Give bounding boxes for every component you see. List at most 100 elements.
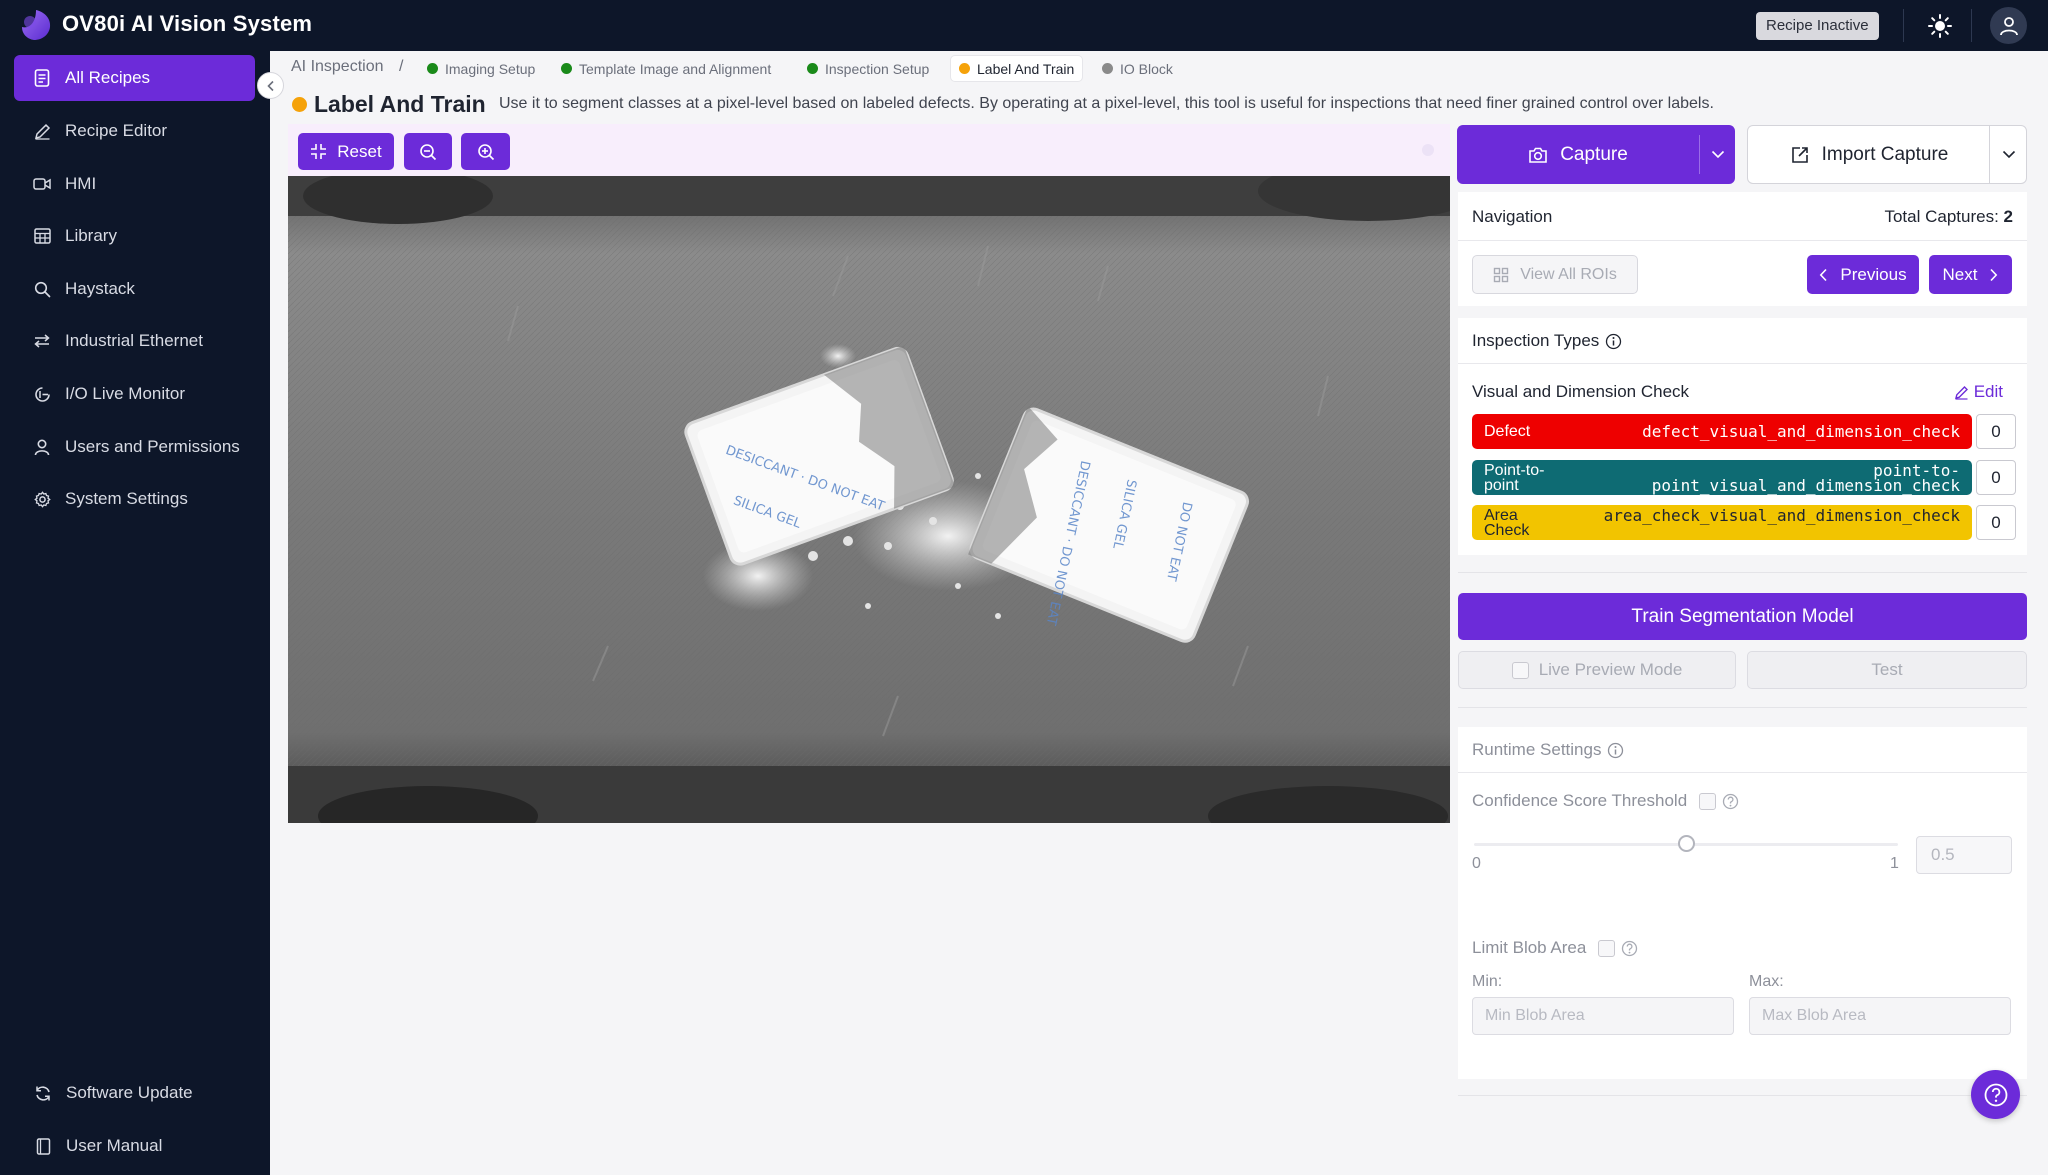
- breadcrumb-step-label: Label And Train: [977, 60, 1075, 77]
- class-id: point-to-point_visual_and_dimension_chec…: [1651, 461, 1960, 495]
- book-icon: [34, 1137, 52, 1155]
- confidence-slider-handle[interactable]: [1678, 835, 1695, 852]
- class-row-area-check[interactable]: Area Check area_check_visual_and_dimensi…: [1472, 505, 1972, 540]
- sidebar-item-user-manual[interactable]: User Manual: [14, 1123, 255, 1169]
- total-captures: Total Captures: 2: [1884, 207, 2013, 227]
- total-captures-label: Total Captures:: [1884, 207, 1999, 226]
- view-all-rois-button[interactable]: View All ROIs: [1472, 255, 1638, 294]
- breadcrumb-step-label: IO Block: [1120, 60, 1173, 77]
- user-icon: [1999, 16, 2018, 35]
- sidebar-item-io-live-monitor[interactable]: I/O Live Monitor: [14, 371, 255, 417]
- zoom-out-button[interactable]: [404, 133, 452, 170]
- sidebar-item-label: Software Update: [66, 1083, 193, 1102]
- inspection-image[interactable]: DESICCANT · DO NOT EAT SILICA GEL DESICC…: [288, 176, 1450, 823]
- class-row-defect[interactable]: Defect defect_visual_and_dimension_check: [1472, 414, 1972, 449]
- status-dot: [427, 63, 438, 74]
- camera-icon: [1529, 147, 1547, 163]
- sidebar-item-haystack[interactable]: Haystack: [14, 266, 255, 312]
- capture-button[interactable]: Capture: [1457, 125, 1735, 184]
- user-icon: [33, 438, 51, 456]
- help-icon[interactable]: [1722, 793, 1739, 810]
- sidebar-item-users-and-permissions[interactable]: Users and Permissions: [14, 424, 255, 470]
- sidebar-item-industrial-ethernet[interactable]: Industrial Ethernet: [14, 318, 255, 364]
- inspection-types-title: Inspection Types: [1472, 331, 1600, 350]
- sidebar-item-software-update[interactable]: Software Update: [14, 1070, 255, 1116]
- capture-dropdown-toggle[interactable]: [1700, 125, 1735, 184]
- chevron-left-icon: [1820, 268, 1828, 281]
- import-capture-main[interactable]: Import Capture: [1748, 126, 1990, 183]
- confidence-threshold-checkbox[interactable]: [1699, 792, 1717, 810]
- class-label: Area Check: [1484, 507, 1530, 539]
- min-label: Min:: [1472, 973, 1503, 990]
- sidebar-item-label: Library: [65, 226, 117, 245]
- breadcrumb-step-io-block[interactable]: IO Block: [1094, 56, 1181, 81]
- total-captures-value: 2: [2003, 207, 2013, 226]
- user-menu-button[interactable]: [1990, 7, 2027, 44]
- import-capture-button[interactable]: Import Capture: [1747, 125, 2027, 184]
- search-icon: [33, 280, 51, 298]
- navigation-title: Navigation: [1472, 207, 1553, 226]
- min-blob-area-input[interactable]: Min Blob Area: [1472, 997, 1734, 1035]
- fit-icon: [311, 144, 327, 159]
- limit-blob-area-checkbox[interactable]: [1598, 939, 1616, 957]
- sidebar-item-recipe-editor[interactable]: Recipe Editor: [14, 108, 255, 154]
- class-id: defect_visual_and_dimension_check: [1642, 422, 1960, 441]
- sidebar-collapse-button[interactable]: [257, 72, 284, 99]
- breadcrumb-step-template-image[interactable]: Template Image and Alignment: [553, 56, 779, 81]
- inspection-types-card: Inspection Types Visual and Dimension Ch…: [1458, 318, 2027, 555]
- limit-blob-area-row: Limit Blob Area: [1472, 938, 1638, 958]
- previous-button[interactable]: Previous: [1807, 255, 1919, 294]
- breadcrumb-root[interactable]: AI Inspection: [291, 58, 384, 76]
- help-icon[interactable]: [1621, 940, 1638, 957]
- sidebar-item-label: Users and Permissions: [65, 437, 240, 456]
- confidence-value-input[interactable]: 0.5: [1916, 836, 2012, 874]
- import-dropdown-toggle[interactable]: [1990, 126, 2027, 183]
- limit-blob-area-label: Limit Blob Area: [1472, 938, 1587, 957]
- info-icon[interactable]: [1607, 742, 1624, 759]
- page-title: Label And Train: [314, 91, 486, 117]
- sun-icon[interactable]: [1924, 10, 1956, 42]
- slider-max-label: 1: [1890, 855, 1899, 872]
- max-blob-area-input[interactable]: Max Blob Area: [1749, 997, 2011, 1035]
- train-segmentation-model-button[interactable]: Train Segmentation Model: [1458, 593, 2027, 640]
- capture-main[interactable]: Capture: [1457, 125, 1699, 184]
- breadcrumb-step-inspection-setup[interactable]: Inspection Setup: [799, 56, 937, 81]
- top-bar: OV80i AI Vision System Recipe Inactive: [0, 0, 2048, 51]
- live-preview-checkbox[interactable]: [1511, 661, 1529, 679]
- breadcrumb-step-label: Inspection Setup: [825, 60, 930, 77]
- sidebar-item-label: Haystack: [65, 279, 135, 298]
- reset-view-button[interactable]: Reset: [298, 133, 394, 170]
- confidence-threshold-row: Confidence Score Threshold: [1472, 791, 1739, 811]
- sidebar-item-system-settings[interactable]: System Settings: [14, 476, 255, 522]
- class-row-point-to-point[interactable]: Point-to-point point-to-point_visual_and…: [1472, 460, 1972, 495]
- edit-label: Edit: [1973, 382, 2003, 401]
- inspection-check-name: Visual and Dimension Check: [1472, 382, 1690, 401]
- edit-inspection-button[interactable]: Edit: [1954, 382, 2003, 402]
- breadcrumb-step-label-and-train[interactable]: Label And Train: [951, 56, 1083, 81]
- live-preview-mode-button[interactable]: Live Preview Mode: [1458, 651, 1736, 689]
- pencil-icon: [1954, 385, 1968, 400]
- navigation-card: Navigation Total Captures: 2 View All RO…: [1458, 192, 2027, 306]
- panel-divider: [1458, 707, 2027, 708]
- next-button[interactable]: Next: [1929, 255, 2012, 294]
- video-icon: [33, 175, 51, 193]
- help-button[interactable]: [1971, 1070, 2020, 1119]
- runtime-settings-header: Runtime Settings: [1472, 740, 1624, 760]
- zoom-in-button[interactable]: [461, 133, 510, 170]
- inspection-types-header: Inspection Types: [1472, 331, 1622, 351]
- test-button[interactable]: Test: [1747, 651, 2027, 689]
- refresh-icon: [34, 1084, 52, 1102]
- card-divider: [1458, 240, 2027, 241]
- grid-icon: [33, 227, 51, 245]
- panel-divider: [1458, 572, 2027, 573]
- info-icon[interactable]: [1605, 333, 1622, 350]
- sidebar-item-label: Recipe Editor: [65, 121, 168, 140]
- sidebar-item-hmi[interactable]: HMI: [14, 161, 255, 207]
- class-count-defect: 0: [1976, 414, 2016, 449]
- sidebar-item-library[interactable]: Library: [14, 213, 255, 259]
- header-divider: [1903, 9, 1904, 42]
- sidebar-item-all-recipes[interactable]: All Recipes: [14, 55, 255, 101]
- breadcrumb-step-imaging-setup[interactable]: Imaging Setup: [419, 56, 543, 81]
- chevron-left-icon: [266, 80, 274, 91]
- import-capture-label: Import Capture: [1821, 143, 1949, 165]
